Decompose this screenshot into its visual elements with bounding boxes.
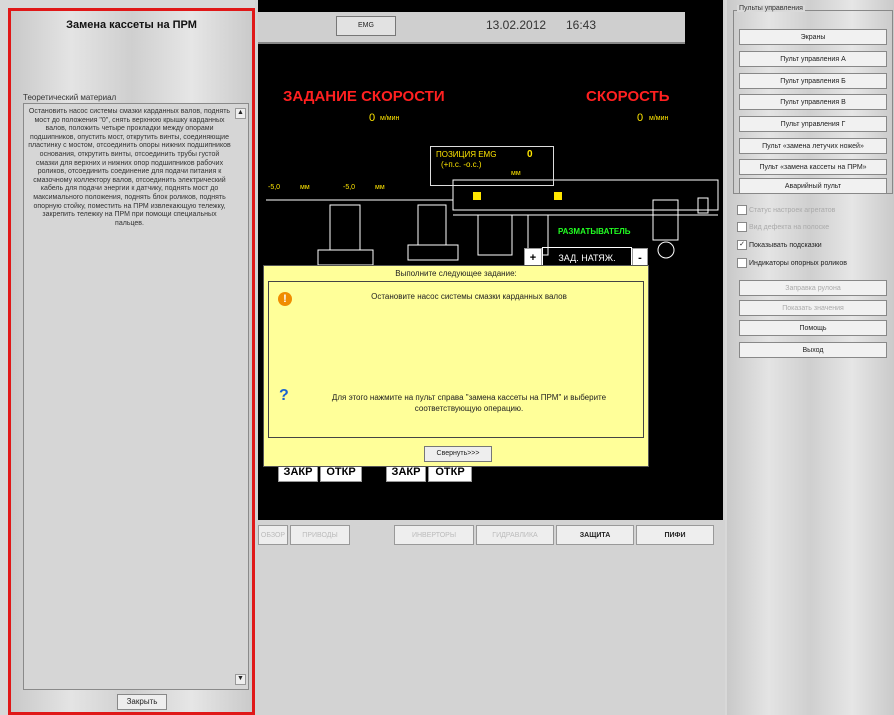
show-values-button[interactable]: Показать значения [739,300,887,316]
emg-button[interactable]: EMG [336,16,396,36]
time-display: 16:43 [566,18,597,32]
tab-protection[interactable]: ЗАЩИТА [556,525,634,545]
checkbox-label: Показывать подсказки [749,241,822,249]
speed-task-label: ЗАДАНИЕ СКОРОСТИ [283,88,445,105]
tab-pifi[interactable]: ПИФИ [636,525,714,545]
checkbox-label: Индикаторы опорных роликов [749,259,847,267]
checkbox-aggregate-status[interactable]: Статус настроек агрегатов [737,205,835,215]
theory-text: Остановить насос системы смазки карданны… [28,108,231,227]
tab-hydraulics[interactable]: ГИДРАВЛИКА [476,525,554,545]
right-panel: Пульты управления Экраны Пульт управлени… [727,0,894,715]
checkbox-box[interactable] [737,205,747,215]
task-dialog: Выполните следующее задание: ! Остановит… [263,265,649,467]
checkbox-roller-indicators[interactable]: Индикаторы опорных роликов [737,258,847,268]
panel-a-button[interactable]: Пульт управления А [739,51,887,67]
theory-label: Теоретический материал [23,93,117,102]
checkbox-box[interactable] [737,258,747,268]
position-value: 0 [527,149,533,160]
left-panel: Замена кассеты на ПРМ Теоретический мате… [8,8,255,715]
control-panels-label: Пульты управления [737,5,805,12]
marker-1-value: -5,0 [268,184,281,191]
speed-unit: м/мин [649,115,669,122]
tab-inverters[interactable]: ИНВЕРТОРЫ [394,525,474,545]
checkbox-box[interactable] [737,222,747,232]
dialog-task-text: Остановите насос системы смазки карданны… [371,292,567,301]
marker-2-unit: мм [375,184,385,191]
header-black-strip [258,0,685,12]
help-button[interactable]: Помощь [739,320,887,336]
dialog-title: Выполните следующее задание: [395,269,517,278]
question-icon: ? [279,387,289,404]
screens-button[interactable]: Экраны [739,29,887,45]
collapse-button[interactable]: Свернуть>>> [424,446,492,462]
warning-icon: ! [278,292,292,306]
panel-g-button[interactable]: Пульт управления Г [739,116,887,132]
tab-drives[interactable]: ПРИВОДЫ [290,525,350,545]
checkmark-icon[interactable]: ✓ [737,240,747,250]
dialog-hint-text: Для этого нажмите на пульт справа "замен… [331,393,607,413]
scroll-up-arrow-icon[interactable]: ▲ [235,108,246,119]
cassette-change-panel-button[interactable]: Пульт «замена кассеты на ПРМ» [739,159,887,175]
position-label: ПОЗИЦИЯ EMG [436,150,497,159]
position-unit: мм [511,170,521,177]
checkbox-label: Статус настроек агрегатов [749,206,836,214]
checkbox-show-hints[interactable]: ✓ Показывать подсказки [737,240,822,250]
checkbox-defect-view[interactable]: Вид дефекта на полоске [737,222,829,232]
header-bar: EMG 13.02.2012 16:43 [258,0,685,44]
panel-b-button[interactable]: Пульт управления Б [739,73,887,89]
panel-v-button[interactable]: Пульт управления В [739,94,887,110]
speed-task-value: 0 [369,112,376,124]
refill-roll-button[interactable]: Заправка рулона [739,280,887,296]
position-range: (+п.с. -о.с.) [441,160,482,169]
panel-title: Замена кассеты на ПРМ [66,19,197,31]
exit-button[interactable]: Выход [739,342,887,358]
date-display: 13.02.2012 [486,18,547,32]
speed-task-unit: м/мин [380,115,400,122]
close-button[interactable]: Закрыть [117,694,167,710]
dialog-content: ! Остановите насос системы смазки кардан… [268,281,644,438]
flying-knives-panel-button[interactable]: Пульт «замена летучих ножей» [739,138,887,154]
speed-value: 0 [637,112,644,124]
theory-text-area[interactable]: Остановить насос системы смазки карданны… [23,103,249,690]
screen-tabs: ОБЗОР ПРИВОДЫ ИНВЕРТОРЫ ГИДРАВЛИКА ЗАЩИТ… [258,525,718,545]
scroll-down-arrow-icon[interactable]: ▼ [235,674,246,685]
marker-2-value: -5,0 [343,184,356,191]
checkbox-label: Вид дефекта на полоске [749,223,830,231]
marker-1-unit: мм [300,184,310,191]
emergency-panel-button[interactable]: Аварийный пульт [739,178,887,194]
tab-overview[interactable]: ОБЗОР [258,525,288,545]
unwinder-label: РАЗМАТЫВАТЕЛЬ [558,227,631,236]
speed-label: СКОРОСТЬ [586,88,670,105]
